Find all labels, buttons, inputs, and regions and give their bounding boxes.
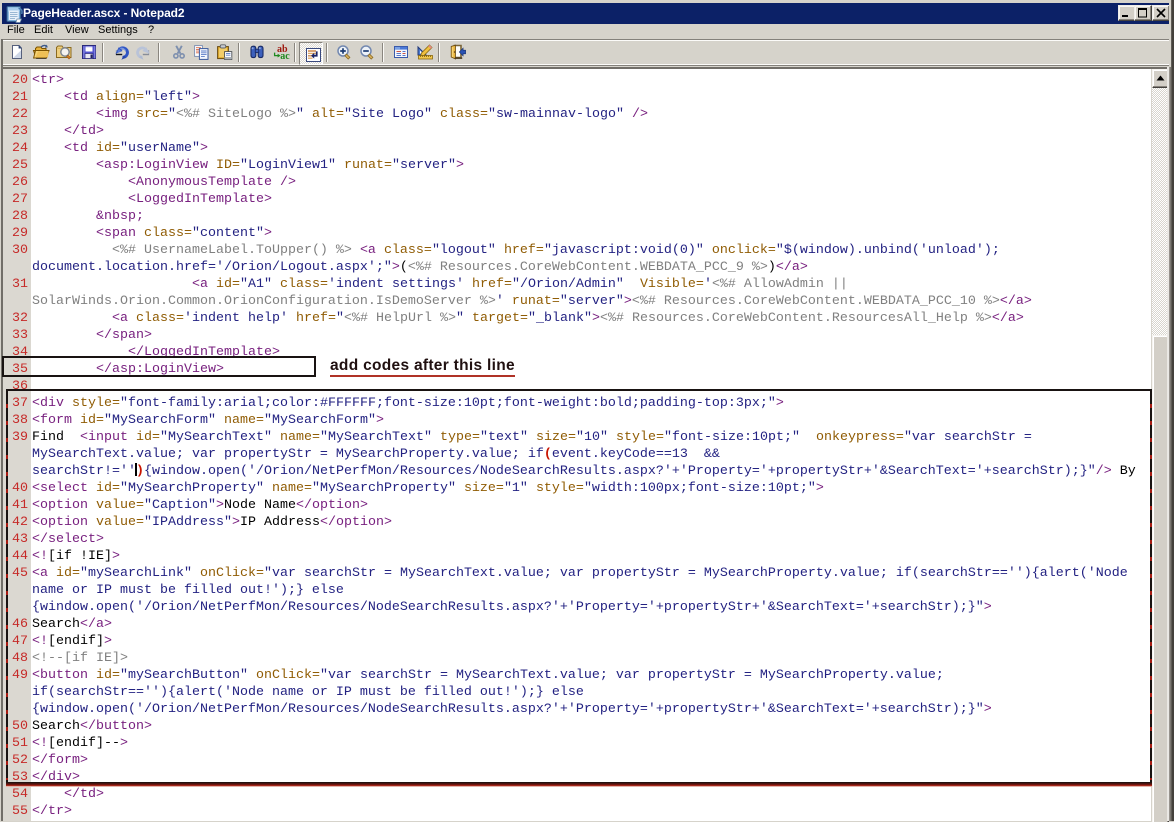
svg-text:ac: ac: [280, 51, 290, 60]
